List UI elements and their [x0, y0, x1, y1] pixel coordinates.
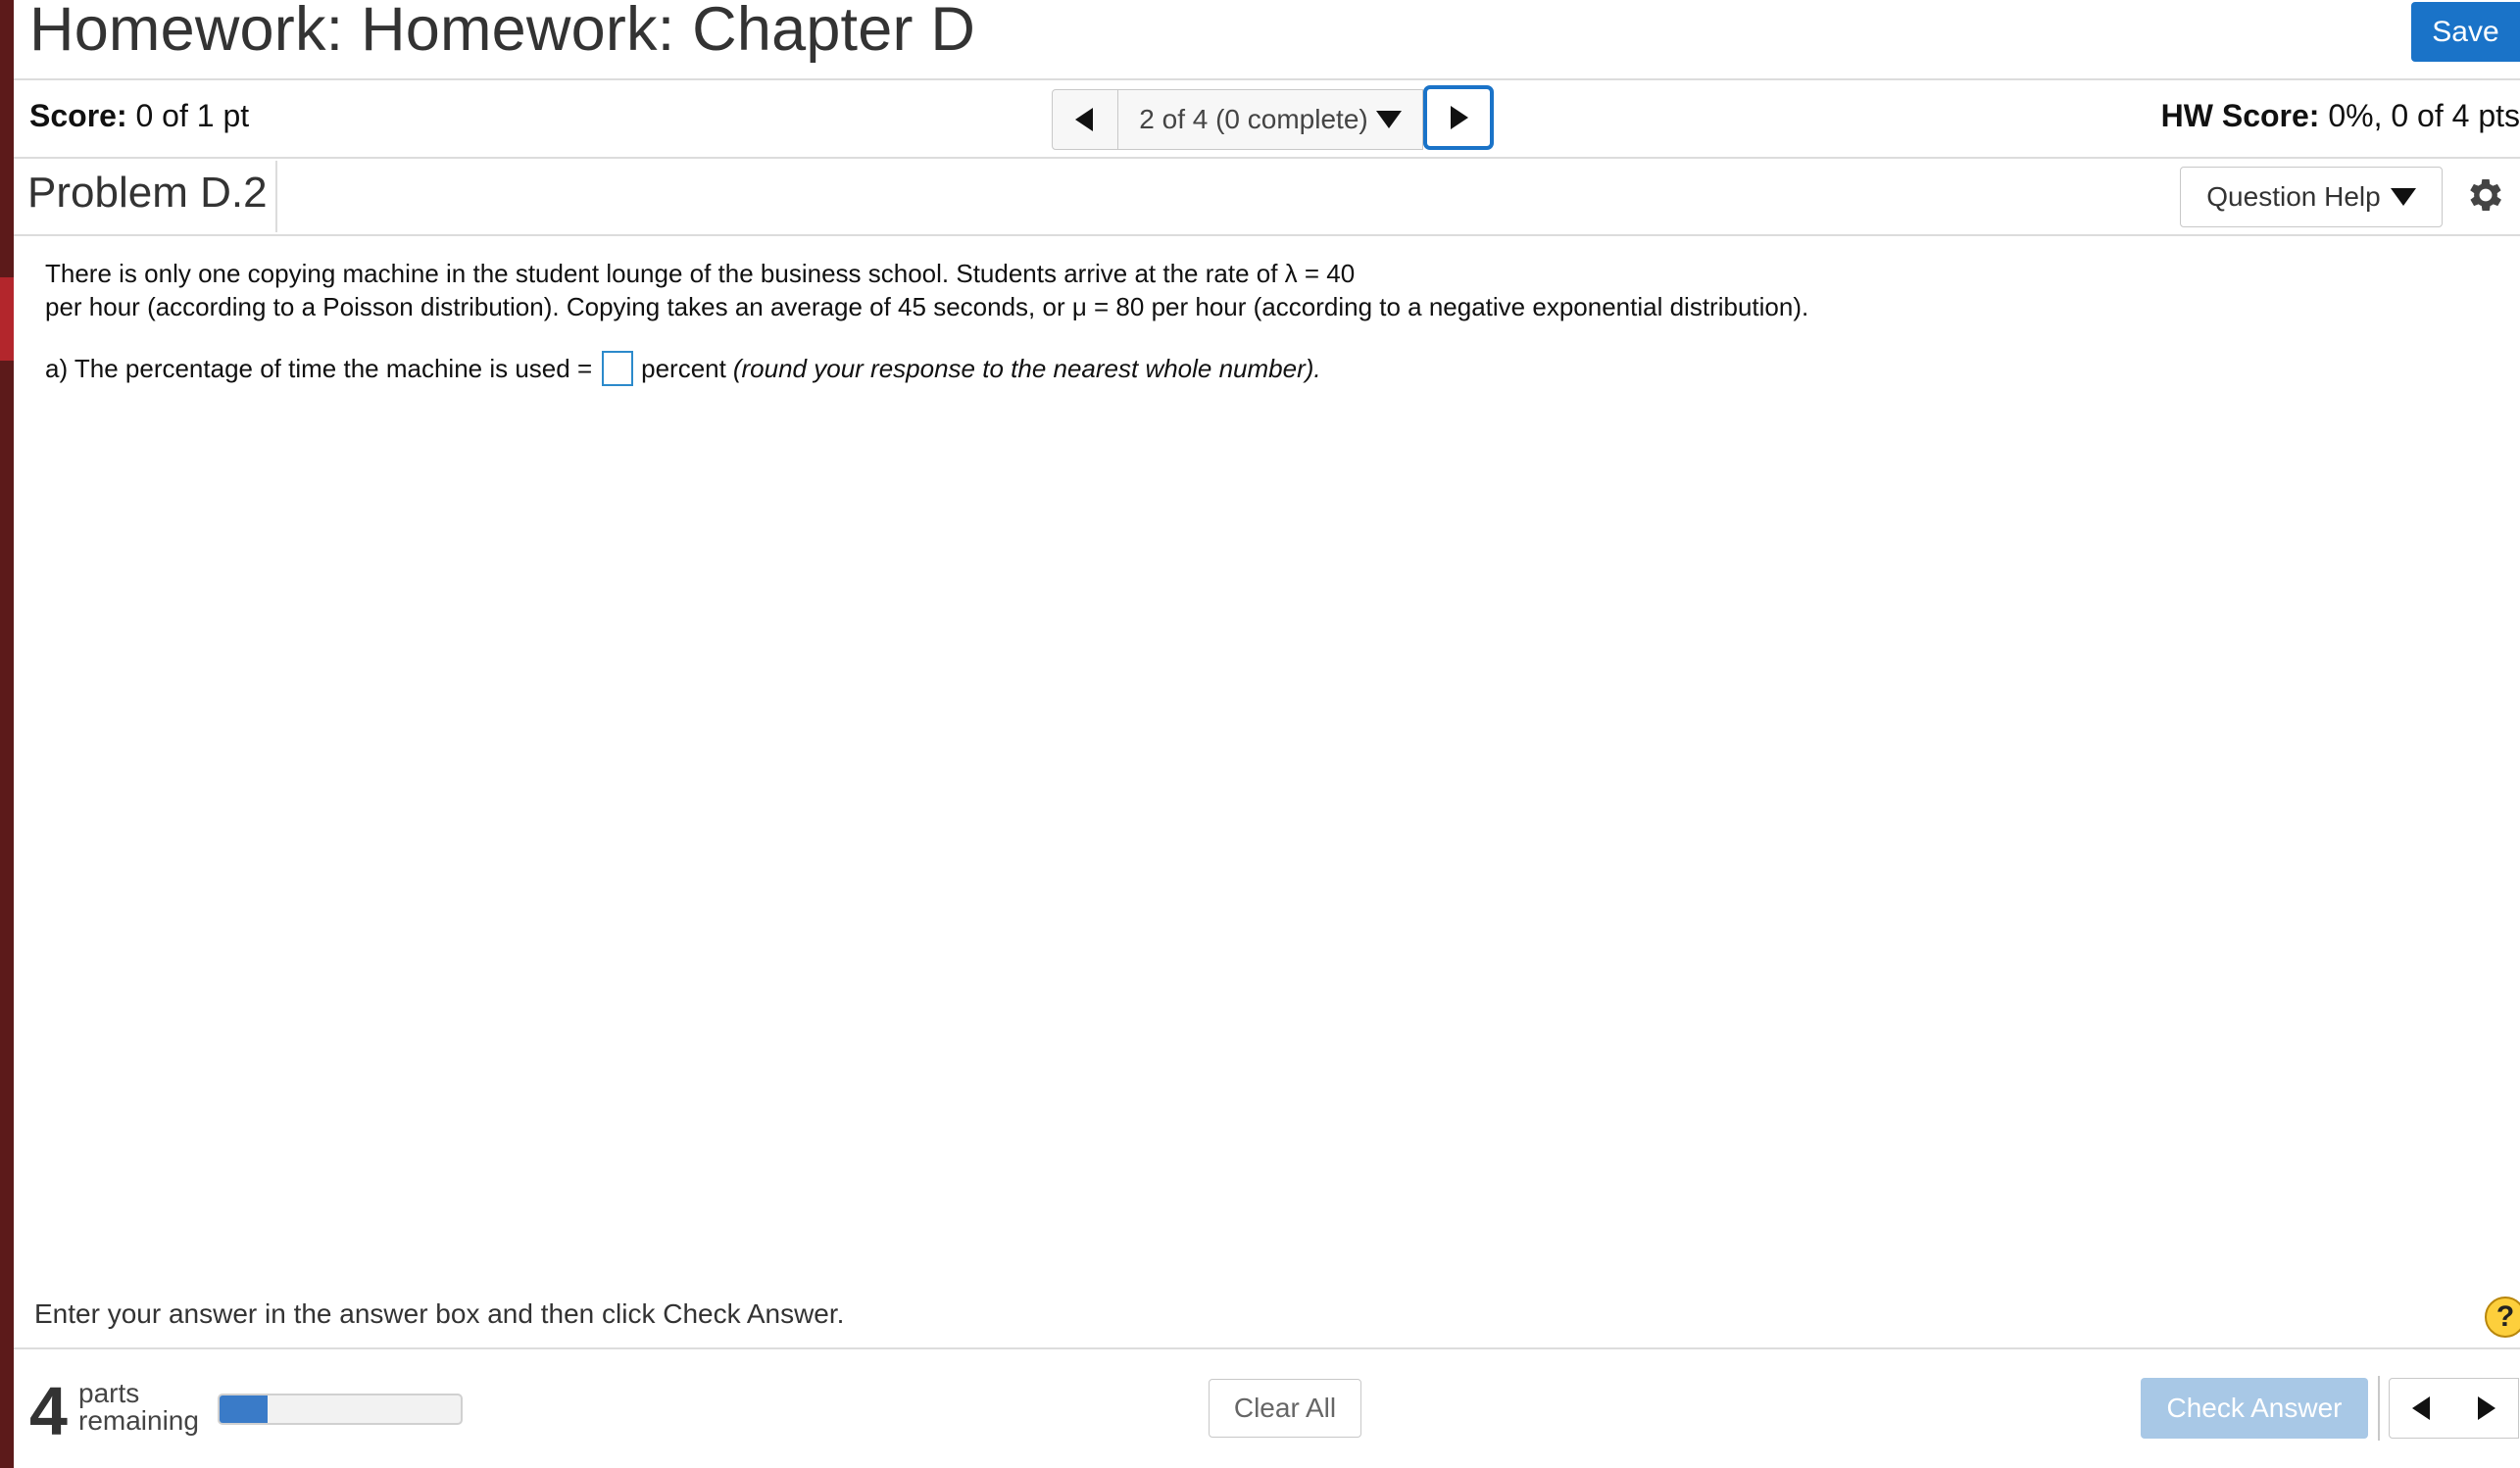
parts-label-line-2: remaining [78, 1405, 199, 1436]
caret-down-icon [2390, 188, 2416, 206]
part-a-prefix: a) The percentage of time the machine is… [45, 353, 593, 383]
caret-down-icon [1375, 111, 1402, 128]
parts-label-line-1: parts [78, 1378, 140, 1408]
hw-score-label: HW Score: [2160, 98, 2320, 133]
check-answer-button[interactable]: Check Answer [2141, 1378, 2368, 1439]
homework-score: HW Score: 0%, 0 of 4 pts [2161, 98, 2520, 134]
part-a-question: a) The percentage of time the machine is… [45, 351, 1321, 386]
page-title: Homework: Homework: Chapter D [29, 0, 976, 64]
title-bar: Homework: Homework: Chapter D Save [14, 0, 2520, 80]
footer-next-button[interactable] [2453, 1378, 2519, 1439]
question-selector-label: 2 of 4 (0 complete) [1139, 104, 1368, 134]
part-a-suffix: percent [641, 353, 726, 383]
footer-previous-button[interactable] [2389, 1378, 2455, 1439]
question-navigator: 2 of 4 (0 complete) [1052, 85, 1494, 150]
save-button[interactable]: Save [2411, 2, 2520, 62]
parts-remaining-count: 4 [29, 1373, 68, 1449]
problem-text-line-1: There is only one copying machine in the… [45, 259, 1356, 288]
score-bar: Score: 0 of 1 pt 2 of 4 (0 complete) HW … [14, 80, 2520, 159]
triangle-right-icon [1451, 106, 1468, 129]
problem-text-line-2: per hour (according to a Poisson distrib… [45, 292, 1809, 321]
problem-title: Problem D.2 [27, 169, 268, 217]
problem-title-divider [275, 161, 277, 232]
help-circle-icon[interactable]: ? [2485, 1297, 2520, 1338]
triangle-left-icon [1075, 108, 1093, 131]
homework-page: Homework: Homework: Chapter D Save Score… [14, 0, 2520, 1468]
question-score: Score: 0 of 1 pt [29, 98, 249, 134]
score-value: 0 of 1 pt [135, 98, 250, 133]
next-question-button[interactable] [1423, 85, 1494, 150]
question-help-label: Question Help [2206, 181, 2381, 212]
answer-instruction: Enter your answer in the answer box and … [34, 1298, 845, 1329]
hw-score-value: 0%, 0 of 4 pts [2328, 98, 2520, 133]
part-a-rounding-hint: (round your response to the nearest whol… [732, 353, 1321, 383]
problem-header: Problem D.2 Question Help [14, 159, 2520, 236]
footer-divider [14, 1347, 2520, 1349]
question-selector-dropdown[interactable]: 2 of 4 (0 complete) [1118, 89, 1423, 150]
parts-progress-fill [220, 1395, 269, 1423]
previous-question-button[interactable] [1052, 89, 1118, 150]
parts-remaining-label: parts remaining [78, 1380, 199, 1435]
footer-nav-divider [2378, 1376, 2380, 1441]
score-label: Score: [29, 98, 127, 133]
problem-statement: There is only one copying machine in the… [45, 257, 2476, 323]
question-help-button[interactable]: Question Help [2180, 167, 2443, 227]
part-a-answer-input[interactable] [602, 351, 634, 386]
gear-icon[interactable] [2464, 171, 2507, 220]
triangle-right-icon [2478, 1396, 2495, 1420]
left-edge-strip [0, 0, 14, 1468]
left-edge-accent [0, 277, 14, 361]
parts-progress-bar [218, 1394, 463, 1425]
triangle-left-icon [2412, 1396, 2430, 1420]
clear-all-button[interactable]: Clear All [1209, 1379, 1361, 1438]
